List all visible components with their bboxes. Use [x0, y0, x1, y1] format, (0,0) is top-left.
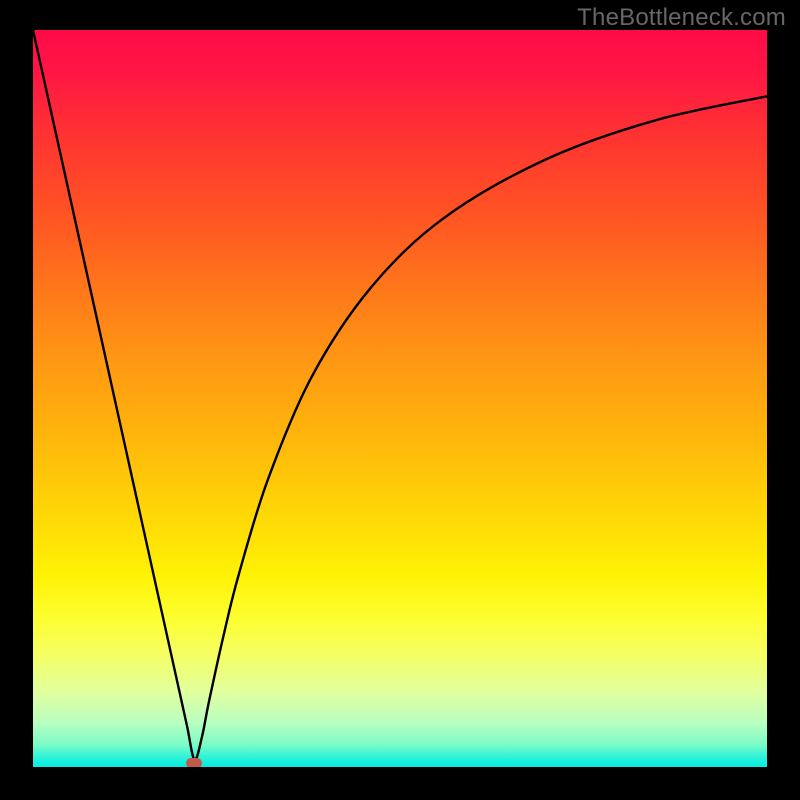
- chart-frame: TheBottleneck.com: [0, 0, 800, 800]
- bottleneck-curve: [33, 30, 767, 760]
- plot-area: [33, 30, 767, 767]
- curve-svg: [33, 30, 767, 767]
- minimum-marker: [186, 758, 202, 767]
- watermark-label: TheBottleneck.com: [577, 4, 786, 32]
